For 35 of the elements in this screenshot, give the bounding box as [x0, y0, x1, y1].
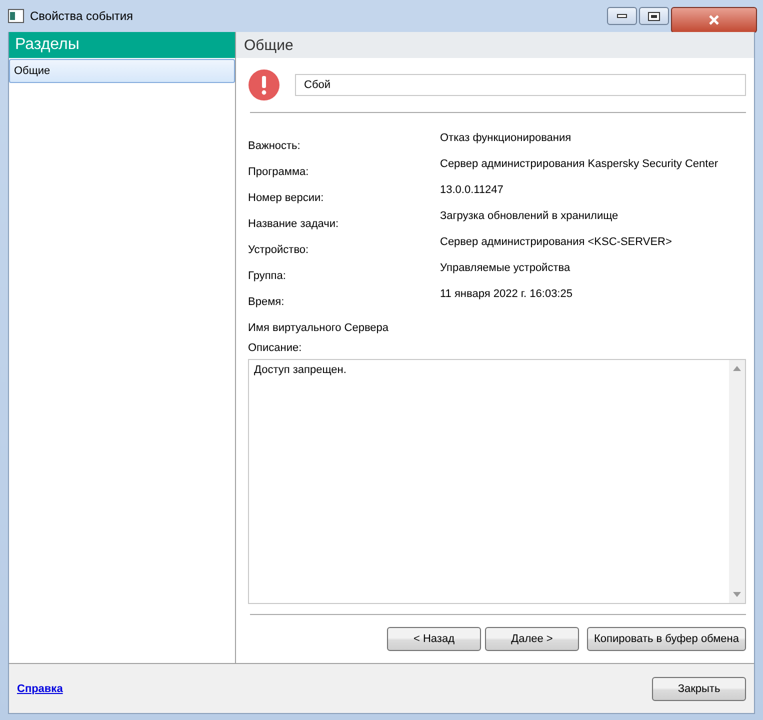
field-label: Группа:: [248, 270, 287, 284]
maximize-icon: [648, 12, 660, 20]
maximize-button[interactable]: [639, 7, 669, 25]
help-link[interactable]: Справка: [17, 682, 63, 694]
field-value: Отказ функционирования: [440, 131, 572, 144]
field-label: Программа:: [248, 166, 310, 180]
description-field[interactable]: Доступ запрещен.: [248, 359, 746, 604]
description-label: Описание:: [248, 342, 303, 354]
window-icon: [8, 9, 24, 23]
close-icon: [708, 15, 720, 25]
field-label: Название задачи:: [248, 218, 340, 232]
field-value: Загрузка обновлений в хранилище: [440, 209, 620, 222]
sidebar-item[interactable]: Общие: [9, 59, 235, 83]
field-value: Сервер администрирования <KSC-SERVER>: [440, 235, 673, 248]
field-label: Устройство:: [248, 244, 310, 258]
sidebar-heading: Разделы: [9, 32, 235, 58]
copy-button[interactable]: Копировать в буфер обмена: [586, 627, 746, 651]
minimize-icon: [617, 14, 627, 18]
field-label: Время:: [248, 296, 286, 310]
close-button[interactable]: [671, 7, 757, 33]
event-name-field[interactable]: Сбой: [295, 74, 746, 96]
field-label: Важность:: [248, 140, 302, 154]
window-title: Свойства события: [30, 9, 134, 23]
section-title: Общие: [236, 32, 754, 58]
error-icon: [248, 69, 280, 101]
back-button[interactable]: < Назад: [386, 627, 481, 651]
minimize-button[interactable]: [607, 7, 637, 25]
close-dialog-button[interactable]: Закрыть: [652, 676, 746, 700]
field-value: 13.0.0.11247: [440, 183, 504, 196]
field-value: Управляемые устройства: [440, 261, 572, 274]
field-label: Номер версии:: [248, 192, 325, 206]
next-button[interactable]: Далее >: [484, 627, 579, 651]
field-value: Сервер администрирования Kaspersky Security Center: [440, 157, 719, 170]
field-value: 11 января 2022 г. 16:03:25: [440, 287, 574, 300]
field-label: Имя виртуального Сервера: [248, 322, 389, 334]
